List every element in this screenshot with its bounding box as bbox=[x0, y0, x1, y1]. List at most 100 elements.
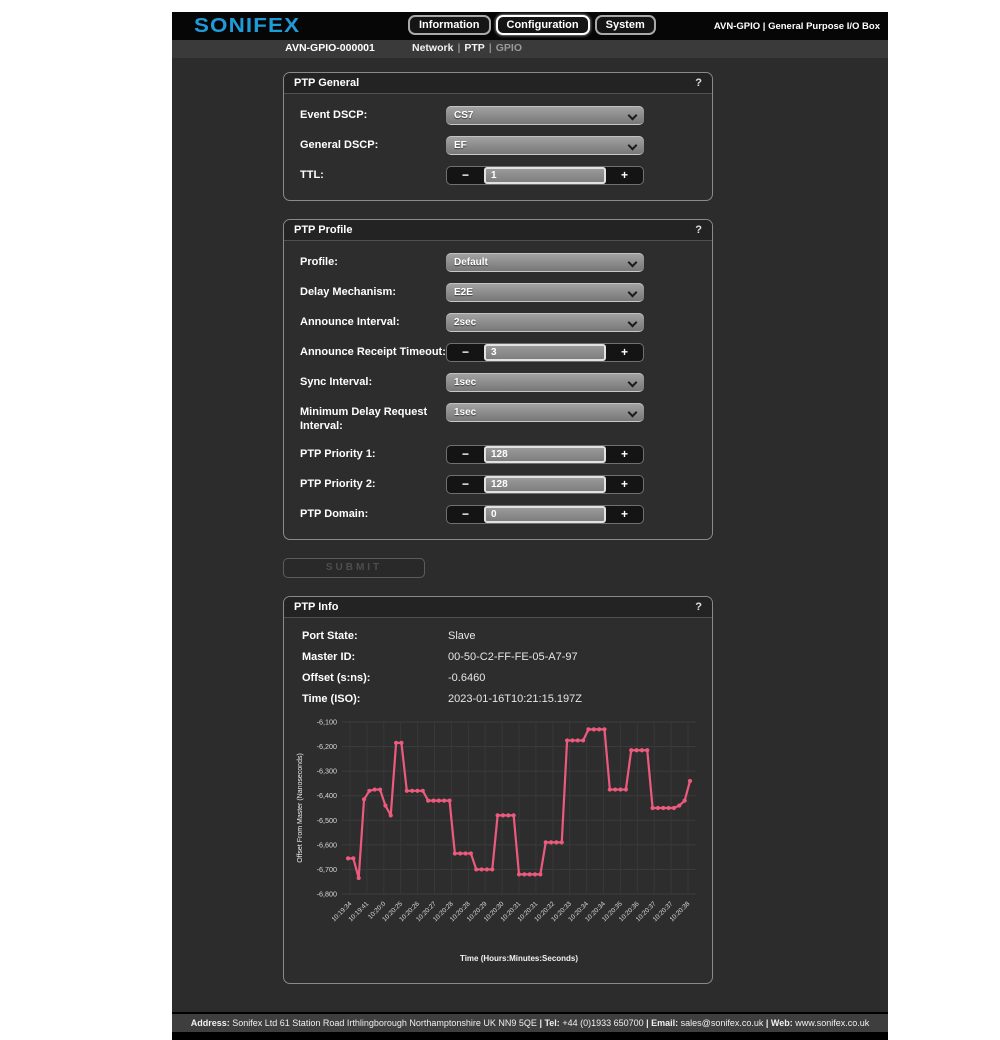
form-row: Profile: Default bbox=[300, 253, 696, 272]
chevron-down-icon bbox=[628, 141, 638, 151]
panel-body: Event DSCP: CS7 General DSCP: EF TTL: bbox=[284, 94, 712, 200]
field-label: PTP Domain: bbox=[300, 505, 446, 522]
info-label: Master ID: bbox=[302, 651, 448, 663]
panel-header: PTP Info ? bbox=[284, 597, 712, 618]
help-icon[interactable]: ? bbox=[695, 601, 702, 613]
form-row: Delay Mechanism: E2E bbox=[300, 283, 696, 302]
sub-header-bar: AVN-GPIO-000001 Network | PTP | GPIO bbox=[172, 40, 888, 58]
submit-button[interactable]: SUBMIT bbox=[283, 558, 425, 578]
ptp-domain-increment-button[interactable]: + bbox=[606, 506, 643, 523]
panel-header: PTP Profile ? bbox=[284, 220, 712, 241]
help-icon[interactable]: ? bbox=[695, 77, 702, 89]
time-iso-value: 2023-01-16T10:21:15.197Z bbox=[448, 693, 582, 705]
ttl-input[interactable] bbox=[484, 167, 606, 184]
tab-system[interactable]: System bbox=[595, 15, 656, 35]
footer-text: Address: Sonifex Ltd 61 Station Road Irt… bbox=[172, 1014, 888, 1032]
announce-receipt-timeout-input[interactable] bbox=[484, 344, 606, 361]
device-id: AVN-GPIO-000001 bbox=[238, 42, 422, 54]
ptp-offset-chart: -6,100-6,200-6,300-6,400-6,500-6,600-6,7… bbox=[292, 714, 704, 966]
breadcrumb: Network | PTP | GPIO bbox=[412, 42, 522, 54]
field-label: PTP Priority 2: bbox=[300, 475, 446, 492]
svg-text:-6,400: -6,400 bbox=[317, 791, 337, 800]
event-dscp-select[interactable]: CS7 bbox=[446, 106, 644, 125]
info-row: Port State: Slave bbox=[302, 630, 694, 642]
select-value: CS7 bbox=[454, 110, 473, 121]
ttl-increment-button[interactable]: + bbox=[606, 167, 643, 184]
form-row: Minimum Delay Request Interval: 1sec bbox=[300, 403, 696, 434]
field-label: General DSCP: bbox=[300, 136, 446, 153]
ptp-priority-2-input[interactable] bbox=[484, 476, 606, 493]
svg-text:-6,200: -6,200 bbox=[317, 742, 337, 751]
ptp-priority-2-increment-button[interactable]: + bbox=[606, 476, 643, 493]
ptp-priority-1-decrement-button[interactable]: − bbox=[447, 446, 484, 463]
help-icon[interactable]: ? bbox=[695, 224, 702, 236]
svg-text:-6,700: -6,700 bbox=[317, 864, 337, 873]
select-value: EF bbox=[454, 140, 467, 151]
ptp-domain-decrement-button[interactable]: − bbox=[447, 506, 484, 523]
profile-select[interactable]: Default bbox=[446, 253, 644, 272]
field-label: Minimum Delay Request Interval: bbox=[300, 403, 446, 434]
ptp-priority-2-decrement-button[interactable]: − bbox=[447, 476, 484, 493]
svg-text:Time (Hours:Minutes:Seconds): Time (Hours:Minutes:Seconds) bbox=[460, 954, 578, 963]
minimum-delay-request-interval-select[interactable]: 1sec bbox=[446, 403, 644, 422]
breadcrumb-separator: | bbox=[489, 42, 492, 54]
form-row: Announce Interval: 2sec bbox=[300, 313, 696, 332]
info-label: Offset (s:ns): bbox=[302, 672, 448, 684]
announce-interval-select[interactable]: 2sec bbox=[446, 313, 644, 332]
ptp-profile-panel: PTP Profile ? Profile: Default Delay Mec… bbox=[283, 219, 713, 540]
page: SONIFEX Information Configuration System… bbox=[172, 12, 888, 1040]
field-label: Delay Mechanism: bbox=[300, 283, 446, 300]
svg-text:-6,300: -6,300 bbox=[317, 766, 337, 775]
announce-receipt-timeout-stepper: − + bbox=[446, 343, 644, 362]
info-row: Offset (s:ns): -0.6460 bbox=[302, 672, 694, 684]
select-value: Default bbox=[454, 257, 488, 268]
info-row: Master ID: 00-50-C2-FF-FE-05-A7-97 bbox=[302, 651, 694, 663]
field-label: Announce Interval: bbox=[300, 313, 446, 330]
tab-information[interactable]: Information bbox=[408, 15, 491, 35]
field-label: Announce Receipt Timeout: bbox=[300, 343, 446, 360]
form-row: Announce Receipt Timeout: − + bbox=[300, 343, 696, 362]
announce-receipt-timeout-decrement-button[interactable]: − bbox=[447, 344, 484, 361]
field-label: PTP Priority 1: bbox=[300, 445, 446, 462]
chart-container: -6,100-6,200-6,300-6,400-6,500-6,600-6,7… bbox=[292, 714, 696, 971]
chevron-down-icon bbox=[628, 288, 638, 298]
form-row: Sync Interval: 1sec bbox=[300, 373, 696, 392]
ptp-priority-1-input[interactable] bbox=[484, 446, 606, 463]
select-value: 2sec bbox=[454, 317, 476, 328]
breadcrumb-network[interactable]: Network bbox=[412, 42, 453, 54]
field-label: TTL: bbox=[300, 166, 446, 183]
ptp-priority-1-increment-button[interactable]: + bbox=[606, 446, 643, 463]
panel-header: PTP General ? bbox=[284, 73, 712, 94]
info-row: Time (ISO): 2023-01-16T10:21:15.197Z bbox=[302, 693, 694, 705]
sonifex-logo: SONIFEX bbox=[194, 15, 300, 38]
announce-receipt-timeout-increment-button[interactable]: + bbox=[606, 344, 643, 361]
chevron-down-icon bbox=[628, 258, 638, 268]
field-label: Event DSCP: bbox=[300, 106, 446, 123]
device-title: AVN-GPIO | General Purpose I/O Box bbox=[714, 21, 880, 32]
ttl-decrement-button[interactable]: − bbox=[447, 167, 484, 184]
ptp-priority-2-stepper: − + bbox=[446, 475, 644, 494]
nav-tabs: Information Configuration System bbox=[408, 15, 656, 35]
tab-configuration[interactable]: Configuration bbox=[496, 15, 590, 35]
delay-mechanism-select[interactable]: E2E bbox=[446, 283, 644, 302]
chevron-down-icon bbox=[628, 318, 638, 328]
breadcrumb-separator: | bbox=[457, 42, 460, 54]
svg-text:-6,500: -6,500 bbox=[317, 815, 337, 824]
ptp-domain-input[interactable] bbox=[484, 506, 606, 523]
select-value: 1sec bbox=[454, 377, 476, 388]
breadcrumb-gpio[interactable]: GPIO bbox=[496, 42, 522, 54]
panel-title: PTP Profile bbox=[294, 224, 352, 236]
form-row: PTP Priority 1: − + bbox=[300, 445, 696, 464]
offset-value: -0.6460 bbox=[448, 672, 485, 684]
port-state-value: Slave bbox=[448, 630, 476, 642]
footer: Address: Sonifex Ltd 61 Station Road Irt… bbox=[172, 1012, 888, 1040]
svg-text:-6,600: -6,600 bbox=[317, 840, 337, 849]
chevron-down-icon bbox=[628, 111, 638, 121]
breadcrumb-ptp[interactable]: PTP bbox=[464, 42, 484, 54]
field-label: Profile: bbox=[300, 253, 446, 270]
ptp-priority-1-stepper: − + bbox=[446, 445, 644, 464]
sync-interval-select[interactable]: 1sec bbox=[446, 373, 644, 392]
general-dscp-select[interactable]: EF bbox=[446, 136, 644, 155]
panel-title: PTP Info bbox=[294, 601, 338, 613]
field-label: Sync Interval: bbox=[300, 373, 446, 390]
